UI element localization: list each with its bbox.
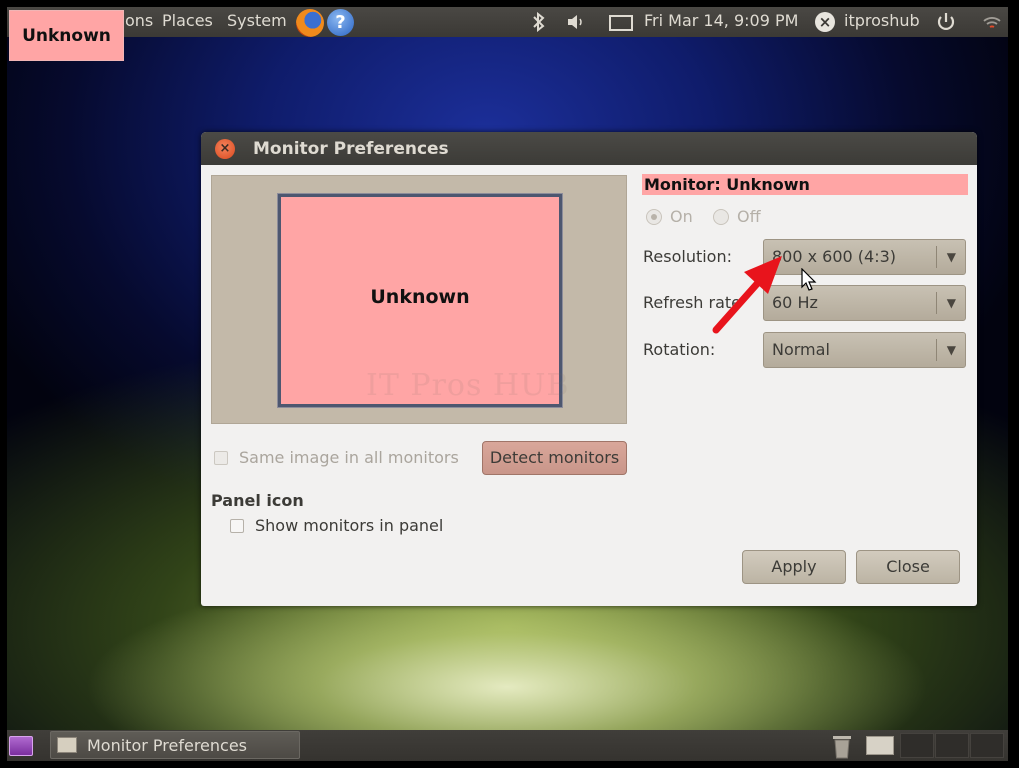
chevron-down-icon: ▼ xyxy=(946,343,956,357)
system-menu[interactable]: System xyxy=(227,11,287,30)
close-button[interactable]: Close xyxy=(856,550,960,584)
username-label[interactable]: itproshub xyxy=(844,11,920,30)
detect-monitors-button[interactable]: Detect monitors xyxy=(482,441,627,475)
apply-button[interactable]: Apply xyxy=(742,550,846,584)
workspace-1[interactable] xyxy=(866,736,894,755)
resolution-combo[interactable]: 800 x 600 (4:3) ▼ xyxy=(763,239,966,275)
workspace-2[interactable] xyxy=(900,733,934,758)
refresh-rate-combo[interactable]: 60 Hz ▼ xyxy=(763,285,966,321)
help-icon[interactable]: ? xyxy=(327,9,354,36)
network-icon[interactable] xyxy=(982,12,1002,32)
bottom-panel: Monitor Preferences xyxy=(7,730,1008,761)
rotation-label: Rotation: xyxy=(643,340,716,359)
firefox-icon[interactable] xyxy=(296,9,324,37)
same-image-checkbox[interactable]: Same image in all monitors xyxy=(214,448,459,467)
rotation-value: Normal xyxy=(772,340,830,359)
trash-icon[interactable] xyxy=(831,733,853,759)
dialog-titlebar[interactable]: × Monitor Preferences xyxy=(201,132,977,165)
taskbar-item-monitor-preferences[interactable]: Monitor Preferences xyxy=(50,731,300,759)
show-desktop-icon[interactable] xyxy=(9,736,33,756)
top-panel: ons Places System Fri Mar 14, 9:09 PM it… xyxy=(7,7,1008,37)
checkbox-icon xyxy=(214,450,228,465)
power-off-label: Off xyxy=(737,207,761,226)
annotation-arrow-icon xyxy=(712,256,782,334)
resolution-value: 800 x 600 (4:3) xyxy=(772,247,897,266)
taskbar-item-label: Monitor Preferences xyxy=(87,736,248,755)
power-on-radio[interactable]: On xyxy=(646,207,693,226)
workspace-4[interactable] xyxy=(970,733,1004,758)
monitor-icon xyxy=(57,737,77,753)
workspace-3[interactable] xyxy=(935,733,969,758)
show-monitors-label: Show monitors in panel xyxy=(255,516,444,535)
watermark-text: IT Pros HUB xyxy=(366,368,570,403)
monitor-preferences-dialog: × Monitor Preferences Unknown IT Pros HU… xyxy=(201,132,977,606)
mouse-cursor-icon xyxy=(801,268,817,291)
same-image-label: Same image in all monitors xyxy=(239,448,459,467)
volume-icon[interactable] xyxy=(567,14,585,30)
applications-menu[interactable]: ons xyxy=(125,11,153,30)
chevron-down-icon: ▼ xyxy=(946,296,956,310)
panel-icon-heading: Panel icon xyxy=(211,491,304,510)
places-menu[interactable]: Places xyxy=(162,11,213,30)
chevron-down-icon: ▼ xyxy=(946,250,956,264)
radio-selected-icon xyxy=(646,208,662,225)
checkbox-icon xyxy=(230,518,244,533)
user-icon[interactable]: × xyxy=(815,12,835,32)
unknown-overlay-label: Unknown xyxy=(9,10,124,61)
power-off-radio[interactable]: Off xyxy=(713,207,761,226)
monitor-heading: Monitor: Unknown xyxy=(642,174,968,195)
dialog-title: Monitor Preferences xyxy=(253,139,449,159)
power-icon[interactable] xyxy=(935,11,957,33)
rotation-combo[interactable]: Normal ▼ xyxy=(763,332,966,368)
mail-icon[interactable] xyxy=(609,15,633,31)
power-on-label: On xyxy=(670,207,693,226)
close-icon[interactable]: × xyxy=(215,139,235,159)
radio-unselected-icon xyxy=(713,208,729,225)
show-monitors-checkbox[interactable]: Show monitors in panel xyxy=(230,516,443,535)
clock[interactable]: Fri Mar 14, 9:09 PM xyxy=(644,11,798,30)
bluetooth-icon[interactable] xyxy=(532,12,546,32)
